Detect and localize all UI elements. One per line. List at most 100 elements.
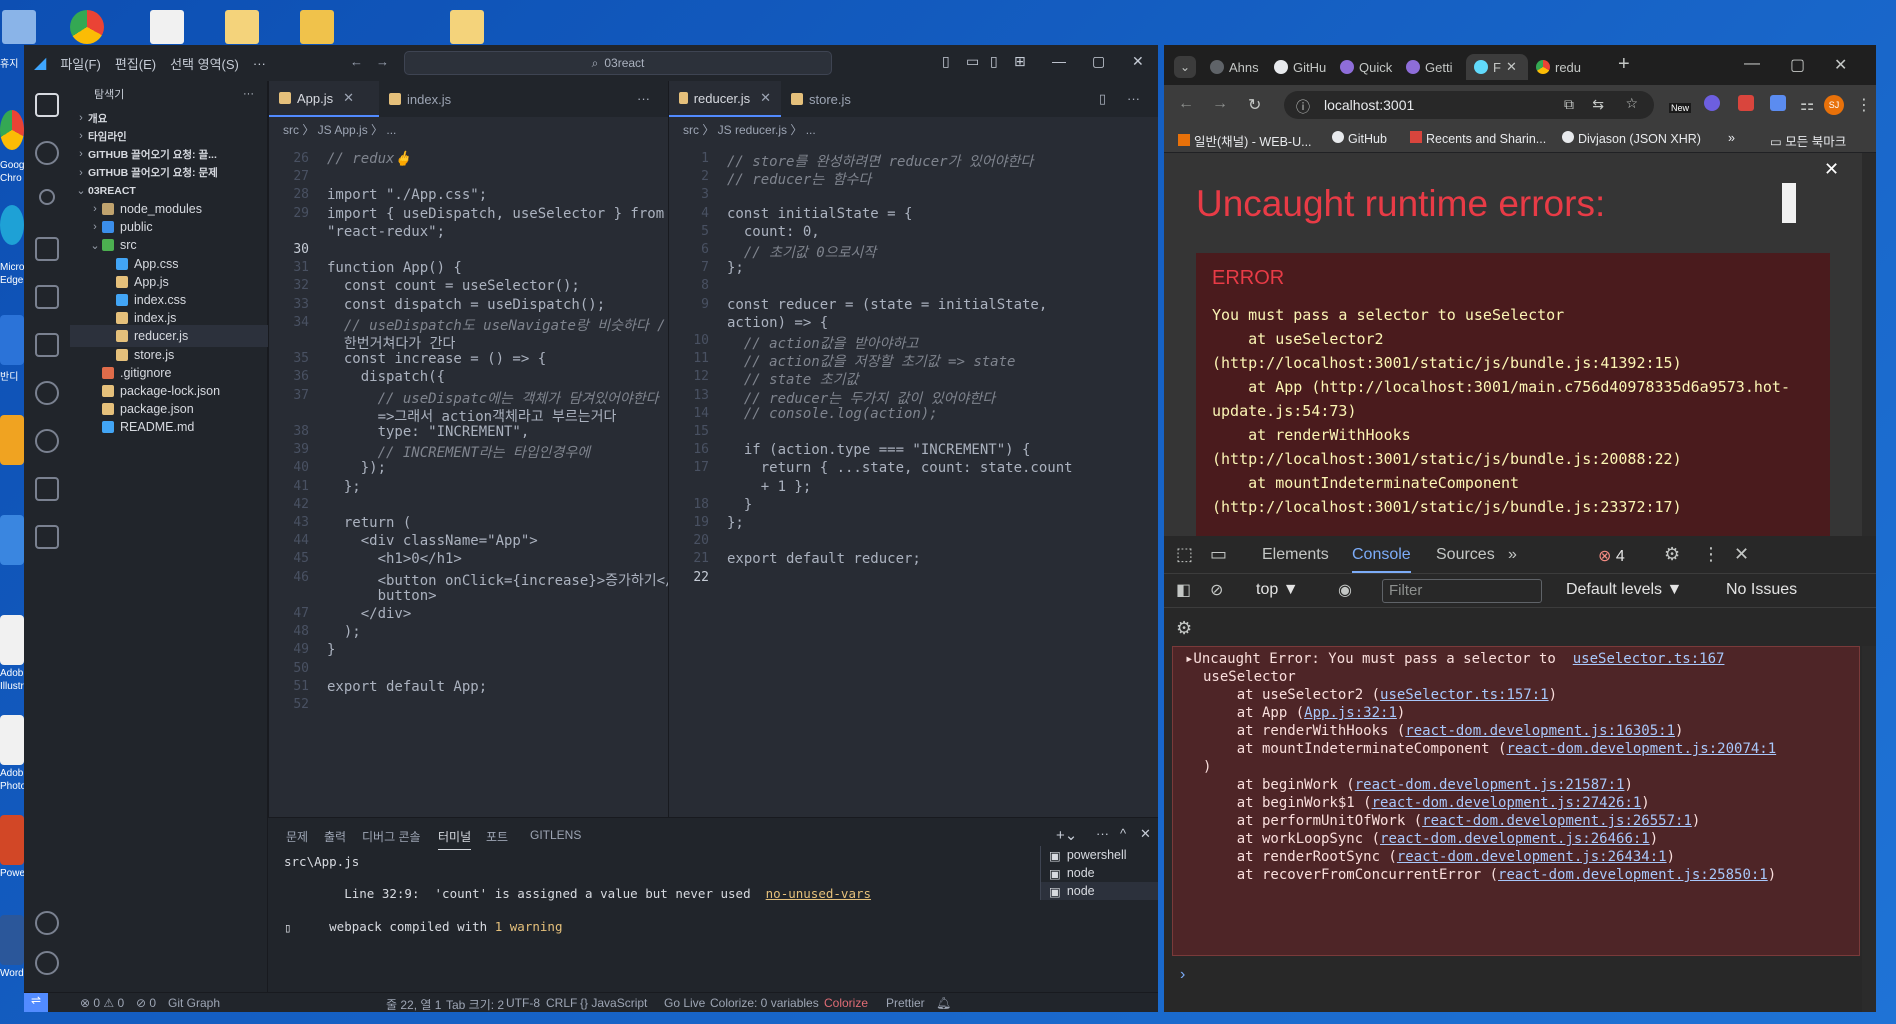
nav-back-icon[interactable]: ← xyxy=(350,54,363,69)
notifications-bell-icon[interactable]: 🔔︎ xyxy=(936,996,951,1010)
layout-icon[interactable]: ⊞ xyxy=(1014,53,1026,70)
close-tab-icon[interactable]: ✕ xyxy=(343,90,354,106)
site-info-icon[interactable]: ⓘ xyxy=(1296,97,1310,117)
remote-explorer-icon[interactable] xyxy=(35,333,59,357)
chrome-tab[interactable]: Getti xyxy=(1406,54,1464,80)
status-colorize-vars[interactable]: Colorize: 0 variables xyxy=(710,996,819,1010)
tree-caret-icon[interactable]: ⌄ xyxy=(74,184,88,197)
status-language[interactable]: {} JavaScript xyxy=(580,996,647,1010)
code-area-right[interactable]: 1 // store를 완성하려면 reducer가 있어야한다 2 // reduc… xyxy=(669,151,1159,811)
chrome-tab-active[interactable]: F ✕ xyxy=(1466,54,1528,80)
source-link[interactable]: App.js:32:1 xyxy=(1304,705,1397,721)
close-panel-icon[interactable]: ✕ xyxy=(1140,826,1151,842)
error-count-badge[interactable]: ⊗ 4 xyxy=(1598,546,1625,566)
warning-rule[interactable]: no-unused-vars xyxy=(766,886,871,901)
chrome-tab[interactable]: GitHu xyxy=(1274,54,1332,80)
source-link[interactable]: react-dom.development.js:27426:1 xyxy=(1372,795,1642,811)
extension-icon[interactable] xyxy=(1738,95,1754,111)
devtools-menu-icon[interactable]: ⋮ xyxy=(1702,544,1720,565)
forward-icon[interactable]: → xyxy=(1212,95,1228,113)
explorer-icon[interactable] xyxy=(35,93,59,117)
gitlens-icon[interactable] xyxy=(35,429,59,453)
clear-console-icon[interactable]: ⊘ xyxy=(1210,580,1223,600)
close-devtools-icon[interactable]: ✕ xyxy=(1734,544,1749,565)
filter-input[interactable]: Filter xyxy=(1382,579,1542,603)
status-eol[interactable]: CRLF xyxy=(546,996,577,1010)
source-link[interactable]: useSelector.ts:167 xyxy=(1573,651,1725,667)
tree-caret-icon[interactable]: › xyxy=(74,130,88,142)
run-debug-icon[interactable] xyxy=(35,237,59,261)
translate-icon[interactable]: ⇆ xyxy=(1592,96,1604,113)
maximize-icon[interactable]: ▢ xyxy=(1092,53,1105,70)
more-bookmarks-icon[interactable]: » xyxy=(1728,131,1735,145)
console-prompt[interactable]: › xyxy=(1180,966,1185,984)
bookmark-star-icon[interactable]: ☆ xyxy=(1625,95,1638,112)
tab-gitlens[interactable]: GITLENS xyxy=(530,828,581,842)
terminal-item-node[interactable]: ▣ node xyxy=(1041,864,1158,882)
more-actions-icon[interactable]: ··· xyxy=(243,88,254,100)
close-overlay-icon[interactable]: ✕ xyxy=(1824,159,1839,180)
search-activity-icon[interactable] xyxy=(35,141,59,165)
minimize-icon[interactable]: — xyxy=(1052,53,1066,69)
tab-console[interactable]: Console xyxy=(1352,546,1411,573)
minimize-icon[interactable]: — xyxy=(1744,55,1760,73)
install-icon[interactable]: ⧉ xyxy=(1564,96,1574,113)
code-area-left[interactable]: 26 // redux🖕 27 28 import "./App.css"; 29 impo… xyxy=(269,151,673,811)
timeline-icon[interactable] xyxy=(35,381,59,405)
tree-caret-icon[interactable]: › xyxy=(88,221,102,233)
tab-output[interactable]: 출력 xyxy=(324,828,346,845)
tab-index-js[interactable]: index.js xyxy=(379,81,479,117)
tab-sources[interactable]: Sources xyxy=(1436,546,1495,564)
more-actions-icon[interactable]: ··· xyxy=(1127,91,1140,106)
close-tab-icon[interactable]: ✕ xyxy=(1506,59,1517,75)
devtools-settings-icon[interactable]: ⚙ xyxy=(1664,544,1680,565)
overlay-scrollbar[interactable] xyxy=(1782,183,1796,223)
new-badge[interactable]: New xyxy=(1669,103,1692,113)
status-git-graph[interactable]: Git Graph xyxy=(168,996,220,1010)
chrome-side-icon[interactable] xyxy=(0,110,24,150)
tab-search-icon[interactable]: ⌄ xyxy=(1174,56,1196,78)
word-side-icon[interactable] xyxy=(0,915,24,965)
tab-app-js[interactable]: App.js ✕ xyxy=(269,81,379,117)
chrome-desktop-icon[interactable] xyxy=(70,10,104,44)
device-toolbar-icon[interactable]: ▭ xyxy=(1210,544,1227,565)
split-editor-icon[interactable]: ▯ xyxy=(1099,91,1106,107)
account-icon[interactable] xyxy=(35,911,59,935)
document-desktop-icon[interactable] xyxy=(150,10,184,44)
extensions-icon[interactable] xyxy=(35,285,59,309)
reload-icon[interactable]: ↻ xyxy=(1248,95,1261,115)
source-link[interactable]: react-dom.development.js:25850:1 xyxy=(1498,867,1768,883)
maximize-icon[interactable]: ▢ xyxy=(1790,55,1805,75)
toggle-sidebar-icon[interactable]: ▯ xyxy=(942,53,950,70)
tab-terminal[interactable]: 터미널 xyxy=(438,828,472,850)
tab-elements[interactable]: Elements xyxy=(1262,546,1329,564)
tree-caret-icon[interactable]: › xyxy=(74,112,88,124)
git-graph-icon[interactable] xyxy=(35,477,59,501)
status-colorize[interactable]: Colorize xyxy=(824,996,868,1010)
breadcrumb[interactable]: src 〉 JS reducer.js 〉 ... xyxy=(683,121,816,138)
settings-gear-icon[interactable] xyxy=(35,951,59,975)
source-link[interactable]: react-dom.development.js:16305:1 xyxy=(1405,723,1675,739)
edge-side-icon[interactable] xyxy=(0,205,24,245)
hangul-side-icon[interactable] xyxy=(0,515,24,565)
zip-folder-desktop-icon[interactable] xyxy=(450,10,484,44)
status-tab-size[interactable]: Tab 크기: 2 xyxy=(446,996,504,1013)
all-bookmarks[interactable]: ▭ 모든 북마크 xyxy=(1770,131,1846,150)
recycle-bin-icon[interactable] xyxy=(2,10,36,44)
source-control-icon[interactable] xyxy=(39,189,55,205)
bookmark-item[interactable]: GitHub xyxy=(1332,131,1387,146)
tab-reducer-js[interactable]: reducer.js ✕ xyxy=(669,81,781,117)
console-scrollbar[interactable] xyxy=(1862,646,1876,1012)
more-tabs-icon[interactable]: » xyxy=(1508,546,1517,564)
powerpoint-side-icon[interactable] xyxy=(0,815,24,865)
extensions-puzzle-icon[interactable]: ⚏ xyxy=(1800,95,1814,115)
menu-selection[interactable]: 선택 영역(S) xyxy=(170,54,239,73)
tab-problems[interactable]: 문제 xyxy=(286,828,308,845)
illustrator-side-icon[interactable] xyxy=(0,615,24,665)
new-tab-icon[interactable]: + xyxy=(1618,53,1630,76)
tree-caret-icon[interactable]: › xyxy=(74,167,88,179)
nav-forward-icon[interactable]: → xyxy=(376,54,389,69)
tab-ports[interactable]: 포트 xyxy=(486,828,508,845)
toggle-secondary-icon[interactable]: ▯ xyxy=(990,53,998,70)
tree-item[interactable]: README.md xyxy=(70,416,268,438)
